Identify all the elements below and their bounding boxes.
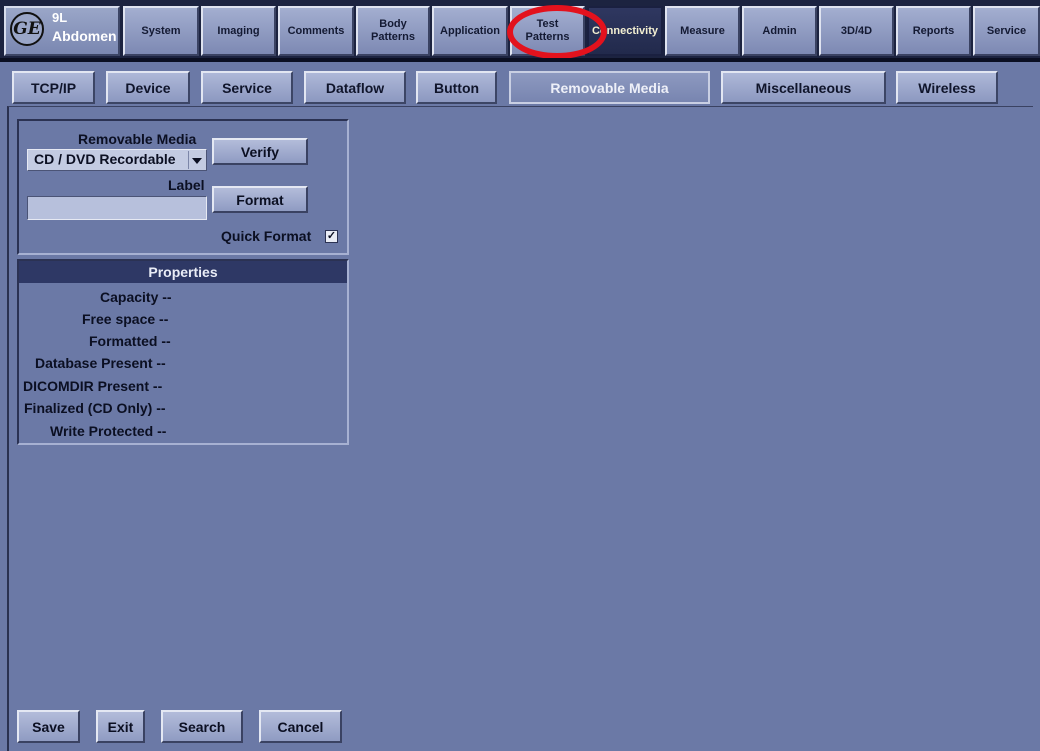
verify-button[interactable]: Verify [212,138,308,165]
property-formatted: Formatted -- [89,333,171,349]
tab-removable-media[interactable]: Removable Media [509,71,710,104]
menu-body-patterns[interactable]: Body Patterns [356,6,430,56]
search-button[interactable]: Search [161,710,243,743]
menu-service[interactable]: Service [973,6,1040,56]
menu-comments[interactable]: Comments [278,6,354,56]
media-type-value: CD / DVD Recordable [34,151,176,167]
label-caption: Label [168,177,205,193]
checkmark-icon: ✓ [326,230,337,242]
tab-service[interactable]: Service [201,71,293,104]
menu-3d4d[interactable]: 3D/4D [819,6,894,56]
media-type-select[interactable]: CD / DVD Recordable [27,149,207,171]
property-finalized: Finalized (CD Only) -- [24,400,166,416]
menu-application[interactable]: Application [432,6,508,56]
properties-panel: Properties [17,259,349,445]
property-write-protected: Write Protected -- [50,423,167,439]
menu-connectivity[interactable]: Connectivity [587,6,663,56]
preset-label: Abdomen [52,28,117,44]
ge-logo-icon: GE [10,12,44,46]
menu-system[interactable]: System [123,6,199,56]
tab-button[interactable]: Button [416,71,497,104]
tab-miscellaneous[interactable]: Miscellaneous [721,71,886,104]
save-button[interactable]: Save [17,710,80,743]
menu-admin[interactable]: Admin [742,6,817,56]
removable-media-label: Removable Media [78,131,197,147]
exit-button[interactable]: Exit [96,710,145,743]
tab-device[interactable]: Device [106,71,190,104]
probe-label: 9L [52,10,68,25]
properties-title: Properties [19,261,347,283]
property-free-space: Free space -- [82,311,169,327]
menu-reports[interactable]: Reports [896,6,971,56]
cancel-button[interactable]: Cancel [259,710,342,743]
menu-divider [0,58,1040,62]
quick-format-checkbox[interactable]: ✓ [325,230,338,243]
quick-format-label: Quick Format [221,228,312,244]
property-capacity: Capacity -- [100,289,172,305]
menu-imaging[interactable]: Imaging [201,6,276,56]
label-input[interactable] [27,196,207,220]
chevron-down-icon[interactable] [188,151,205,169]
tab-wireless[interactable]: Wireless [896,71,998,104]
menu-test-patterns[interactable]: Test Patterns [510,6,585,56]
menu-measure[interactable]: Measure [665,6,740,56]
property-dicomdir-present: DICOMDIR Present -- [23,378,163,394]
tab-tcpip[interactable]: TCP/IP [12,71,95,104]
property-database-present: Database Present -- [35,355,166,371]
probe-preset-button[interactable]: GE 9L Abdomen [4,6,120,56]
tab-dataflow[interactable]: Dataflow [304,71,406,104]
top-menu-bar: GE 9L Abdomen System Imaging Comments Bo… [0,0,1040,62]
format-button[interactable]: Format [212,186,308,213]
